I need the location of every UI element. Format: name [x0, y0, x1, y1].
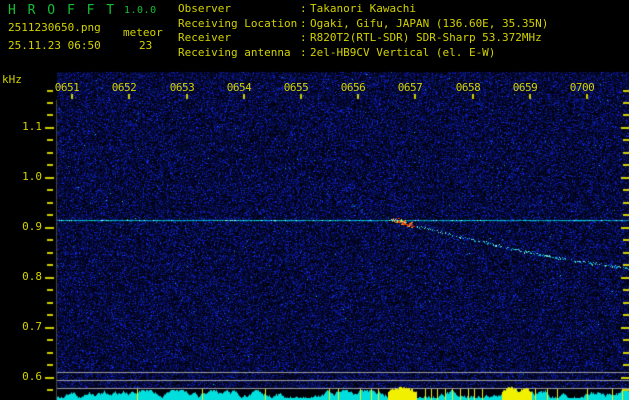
- mode-label: meteor: [123, 26, 163, 39]
- time-tick-label: 0658: [455, 81, 481, 94]
- station-info-row: Observer: Takanori Kawachi: [178, 2, 548, 17]
- time-tick-label: 0656: [340, 81, 366, 94]
- app-version: 1.0.0: [124, 5, 157, 16]
- freq-tick-label: 0.6: [22, 370, 42, 383]
- app-title: H R O F F T: [8, 3, 117, 18]
- info-label: Receiving antenna: [178, 45, 291, 59]
- info-label: Receiving Location: [178, 16, 298, 30]
- station-info-row: Receiver: R820T2(RTL-SDR) SDR-Sharp 53.37…: [178, 31, 548, 46]
- echo-count: 23: [139, 39, 153, 52]
- info-value: 2el-HB9CV Vertical (el. E-W): [310, 45, 496, 59]
- info-label: Observer: [178, 2, 231, 15]
- datetime-label: 25.11.23 06:50: [8, 39, 101, 52]
- output-filename: 2511230650.png: [8, 21, 101, 34]
- info-separator: :: [300, 45, 307, 59]
- hrofft-app: H R O F F T 1.0.0 2511230650.png meteor …: [0, 0, 629, 400]
- freq-tick-label: 0.7: [22, 320, 42, 333]
- info-separator: :: [300, 2, 307, 15]
- time-tick-label: 0652: [111, 81, 137, 94]
- freq-tick-label: 1.0: [22, 170, 42, 183]
- time-tick-label: 0655: [283, 81, 309, 94]
- info-value: Ogaki, Gifu, JAPAN (136.60E, 35.35N): [310, 16, 549, 30]
- freq-tick-label: 0.8: [22, 270, 42, 283]
- time-tick-label: 0651: [54, 81, 80, 94]
- freq-tick-label: 0.9: [22, 220, 42, 233]
- info-separator: :: [300, 31, 307, 44]
- time-tick-label: 0654: [226, 81, 252, 94]
- time-tick-label: 0659: [512, 81, 538, 94]
- info-value: Takanori Kawachi: [310, 2, 416, 15]
- time-tick-label: 0700: [569, 81, 595, 94]
- station-info: Observer: Takanori Kawachi Receiving Locat…: [178, 2, 548, 60]
- spectrogram-canvas: [0, 0, 629, 400]
- freq-unit-label: kHz: [2, 73, 22, 86]
- time-tick-label: 0657: [397, 81, 423, 94]
- info-label: Receiver: [178, 31, 231, 44]
- station-info-row: Receiving Location: Ogaki, Gifu, JAPAN (1…: [178, 17, 548, 32]
- freq-tick-label: 1.1: [22, 120, 42, 133]
- station-info-row: Receiving antenna:2el-HB9CV Vertical (el…: [178, 46, 548, 61]
- info-value: R820T2(RTL-SDR) SDR-Sharp 53.372MHz: [310, 31, 542, 44]
- info-separator: :: [300, 16, 307, 30]
- time-tick-label: 0653: [169, 81, 195, 94]
